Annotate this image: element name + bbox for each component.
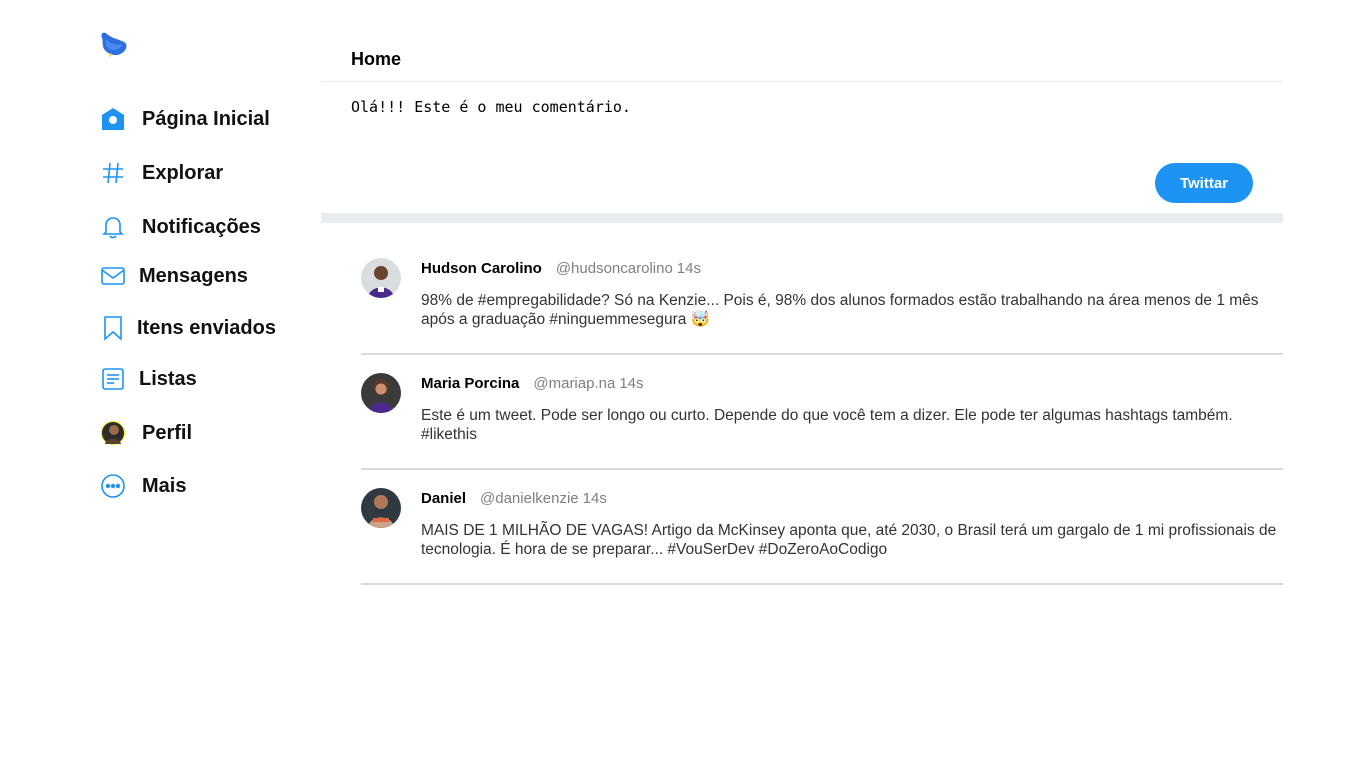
sidebar-item-label: Mensagens — [139, 264, 248, 287]
home-icon — [100, 106, 126, 132]
sidebar-item-notifications[interactable]: Notificações — [100, 214, 261, 240]
sidebar-item-label: Perfil — [142, 421, 193, 444]
mail-icon — [100, 263, 126, 289]
sidebar-item-bookmarks[interactable]: Itens enviados — [100, 315, 276, 341]
sidebar-item-label: Notificações — [142, 215, 261, 238]
bookmark-icon — [100, 315, 126, 341]
tweet-header: Daniel @danielkenzie 14s — [421, 490, 607, 507]
main-column: Home Olá!!! Este é o meu comentário. Twi… — [321, 0, 1283, 768]
profile-avatar — [100, 420, 126, 446]
sidebar-item-lists[interactable]: Listas — [100, 366, 197, 392]
tweet-text: 98% de #empregabilidade? Só na Kenzie...… — [421, 292, 1259, 328]
avatar[interactable] — [361, 488, 401, 528]
avatar[interactable] — [361, 373, 401, 413]
tweet-author[interactable]: Hudson Carolino — [421, 260, 542, 277]
tweet-time: 14s — [676, 260, 701, 277]
tweet-handle[interactable]: @mariap.na — [533, 375, 615, 392]
sidebar-item-label: Página Inicial — [142, 107, 270, 130]
more-icon — [100, 473, 126, 499]
tweet-author[interactable]: Daniel — [421, 490, 466, 507]
tweet-header: Maria Porcina @mariap.na 14s — [421, 375, 644, 392]
hashtag-icon — [100, 160, 126, 186]
section-divider — [321, 213, 1283, 223]
tweet-header: Hudson Carolino @hudsoncarolino 14s — [421, 260, 701, 277]
sidebar-item-explore[interactable]: Explorar — [100, 160, 223, 186]
tweet-item[interactable]: Daniel @danielkenzie 14s MAIS DE 1 MILHÃ… — [361, 470, 1283, 585]
bell-icon — [100, 214, 126, 240]
sidebar-item-messages[interactable]: Mensagens — [100, 263, 248, 289]
tweet-time: 14s — [582, 490, 607, 507]
page-title: Home — [351, 49, 402, 69]
tweet-handle[interactable]: @hudsoncarolino — [556, 260, 673, 277]
tweet-feed: Hudson Carolino @hudsoncarolino 14s 98% … — [361, 240, 1283, 585]
tweet-item[interactable]: Maria Porcina @mariap.na 14s Este é um t… — [361, 355, 1283, 470]
compose-input[interactable]: Olá!!! Este é o meu comentário. — [351, 98, 1251, 138]
sidebar-item-label: Listas — [139, 367, 197, 390]
tweet-handle[interactable]: @danielkenzie — [480, 490, 579, 507]
header-divider — [321, 81, 1283, 82]
sidebar: Página Inicial Explorar Notificações Men… — [0, 0, 321, 768]
sidebar-item-label: Explorar — [142, 161, 224, 184]
bird-icon[interactable] — [98, 30, 130, 60]
sidebar-item-label: Mais — [142, 474, 187, 497]
sidebar-item-label: Itens enviados — [137, 316, 276, 339]
avatar[interactable] — [361, 258, 401, 298]
tweet-text: Este é um tweet. Pode ser longo ou curto… — [421, 407, 1233, 443]
tweet-button[interactable]: Twittar — [1155, 163, 1253, 203]
tweet-author[interactable]: Maria Porcina — [421, 375, 519, 392]
sidebar-item-home[interactable]: Página Inicial — [100, 106, 270, 132]
sidebar-item-more[interactable]: Mais — [100, 473, 186, 499]
tweet-item[interactable]: Hudson Carolino @hudsoncarolino 14s 98% … — [361, 240, 1283, 355]
list-icon — [100, 366, 126, 392]
tweet-time: 14s — [619, 375, 644, 392]
sidebar-item-profile[interactable]: Perfil — [100, 420, 192, 446]
tweet-text: MAIS DE 1 MILHÃO DE VAGAS! Artigo da McK… — [421, 522, 1277, 558]
